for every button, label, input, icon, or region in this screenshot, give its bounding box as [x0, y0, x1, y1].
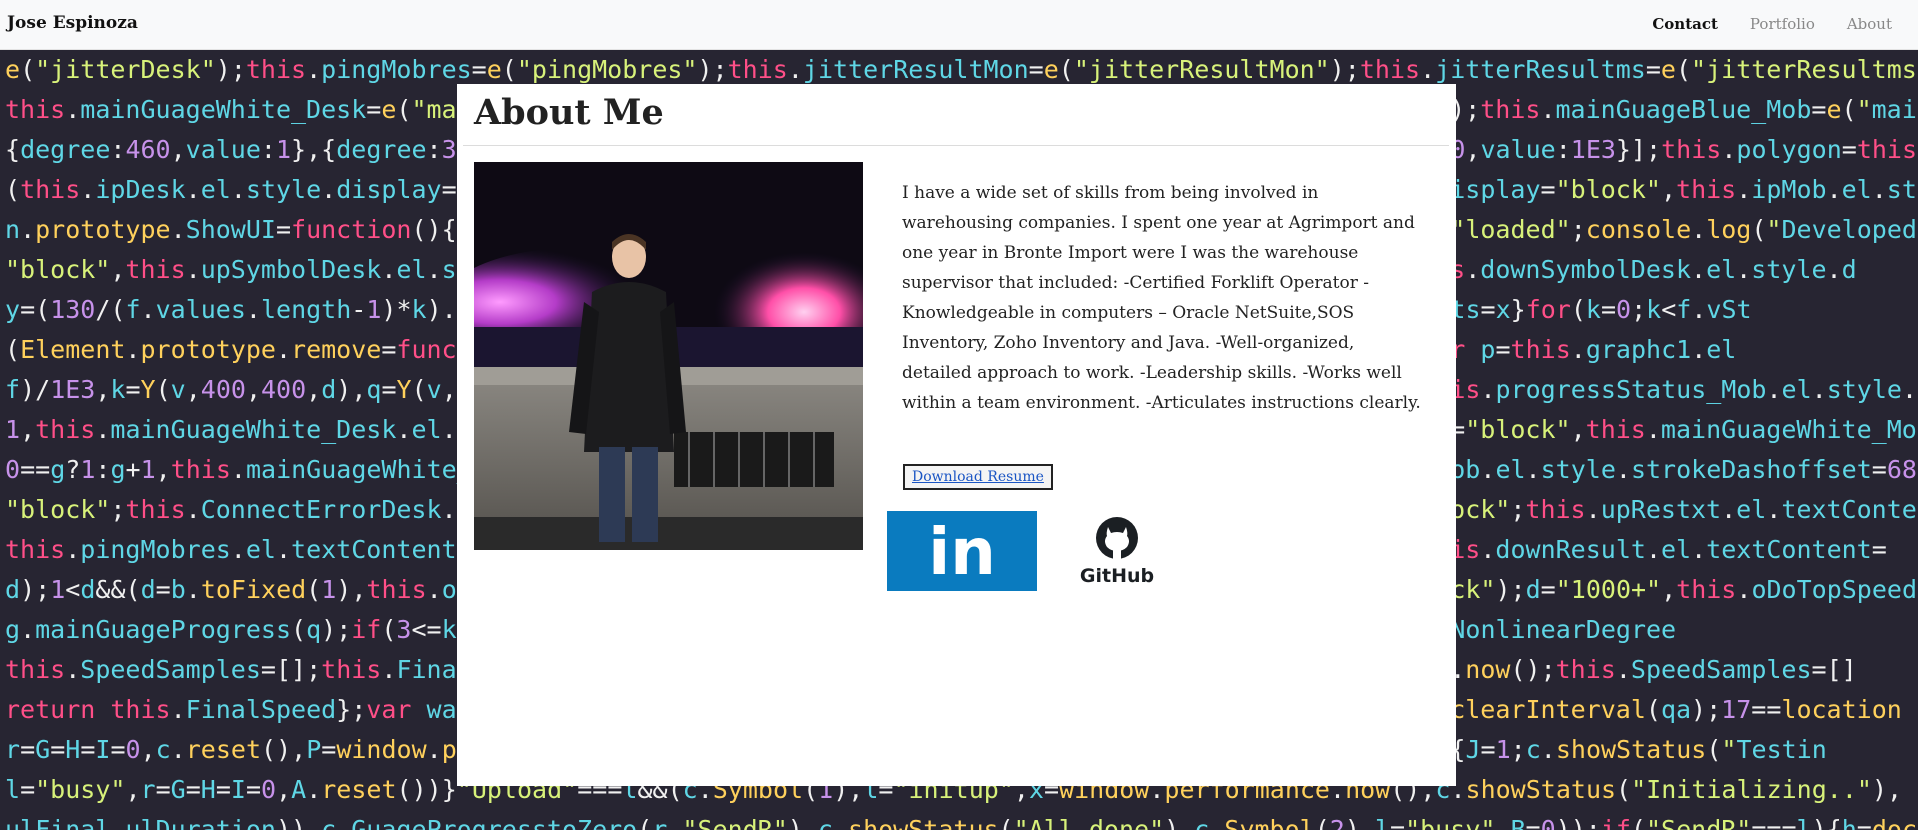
- github-icon: GitHub: [1080, 517, 1154, 587]
- about-description: I have a wide set of skills from being i…: [902, 183, 1421, 413]
- github-link[interactable]: GitHub: [1075, 514, 1159, 588]
- nav-link-about[interactable]: About: [1847, 15, 1892, 33]
- linkedin-logo-text: in: [928, 516, 996, 590]
- download-resume-button[interactable]: Download Resume: [903, 464, 1053, 490]
- modal-title: About Me: [474, 92, 664, 133]
- nav-links: Contact Portfolio About: [1652, 15, 1892, 33]
- nav-link-portfolio[interactable]: Portfolio: [1750, 15, 1815, 33]
- linkedin-link[interactable]: in: [887, 511, 1037, 591]
- linkedin-icon: in: [887, 511, 1037, 591]
- title-divider: [463, 145, 1449, 146]
- code-line: ulFinal,ulDuration)),c.GuageProgresstoZe…: [5, 815, 1918, 830]
- github-logo-text: GitHub: [1080, 565, 1154, 587]
- brand-name[interactable]: Jose Espinoza: [7, 13, 138, 33]
- profile-photo: [474, 162, 863, 550]
- navbar: Jose Espinoza Contact Portfolio About: [0, 0, 1918, 50]
- nav-link-contact[interactable]: Contact: [1652, 15, 1718, 33]
- about-modal: About Me I have a wide set of skills fro…: [457, 84, 1456, 786]
